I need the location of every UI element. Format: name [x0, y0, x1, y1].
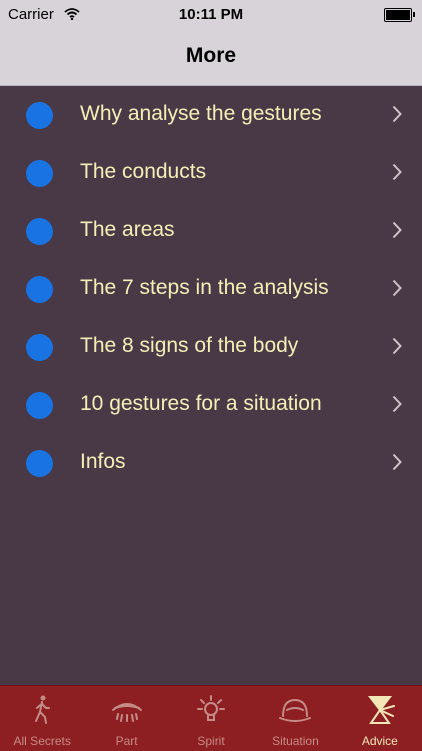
chevron-right-icon — [392, 163, 402, 186]
chevron-right-icon — [392, 453, 402, 476]
menu-item-label: Why analyse the gestures — [80, 102, 322, 125]
bullet-icon — [26, 218, 53, 245]
menu-list: Why analyse the gestures The conducts Th… — [0, 86, 422, 492]
menu-item-10-gestures[interactable]: 10 gestures for a situation — [0, 376, 422, 434]
walking-person-icon — [24, 692, 60, 728]
menu-item-areas[interactable]: The areas — [0, 202, 422, 260]
tab-label: Spirit — [197, 734, 225, 748]
chevron-right-icon — [392, 105, 402, 128]
menu-item-infos[interactable]: Infos — [0, 434, 422, 492]
tab-label: Part — [115, 734, 138, 748]
menu-item-label: The 7 steps in the analysis — [80, 276, 329, 299]
bullet-icon — [26, 392, 53, 419]
tab-label: All Secrets — [13, 734, 71, 748]
bullet-icon — [26, 102, 53, 129]
tab-advice[interactable]: Advice — [338, 686, 422, 751]
menu-item-label: 10 gestures for a situation — [80, 392, 322, 415]
hourglass-icon — [362, 692, 398, 728]
lightbulb-icon — [193, 692, 229, 728]
menu-item-label: The conducts — [80, 160, 207, 183]
chevron-right-icon — [392, 221, 402, 244]
menu-item-label: The areas — [80, 218, 175, 241]
menu-item-label: The 8 signs of the body — [80, 334, 299, 357]
bullet-icon — [26, 450, 53, 477]
tab-label: Advice — [361, 734, 398, 748]
tab-bar: All Secrets Part Spirit Situation Advice — [0, 685, 422, 751]
page-title: More — [185, 44, 237, 67]
tab-label: Situation — [272, 734, 319, 748]
tab-situation[interactable]: Situation — [253, 686, 337, 751]
hat-icon — [277, 692, 313, 728]
bullet-icon — [26, 160, 53, 187]
tab-part[interactable]: Part — [84, 686, 168, 751]
bullet-icon — [26, 276, 53, 303]
eye-icon — [109, 692, 145, 728]
menu-item-why-analyse[interactable]: Why analyse the gestures — [0, 86, 422, 144]
menu-item-8-signs[interactable]: The 8 signs of the body — [0, 318, 422, 376]
tab-all-secrets[interactable]: All Secrets — [0, 686, 84, 751]
menu-item-7-steps[interactable]: The 7 steps in the analysis — [0, 260, 422, 318]
menu-item-label: Infos — [80, 450, 126, 473]
chevron-right-icon — [392, 395, 402, 418]
battery-icon — [384, 8, 415, 22]
chevron-right-icon — [392, 279, 402, 302]
status-bar: Carrier 10:11 PM — [0, 0, 422, 30]
menu-item-conducts[interactable]: The conducts — [0, 144, 422, 202]
status-time: 10:11 PM — [178, 6, 244, 23]
navigation-bar: More — [0, 30, 422, 86]
tab-spirit[interactable]: Spirit — [169, 686, 253, 751]
chevron-right-icon — [392, 337, 402, 360]
bullet-icon — [26, 334, 53, 361]
